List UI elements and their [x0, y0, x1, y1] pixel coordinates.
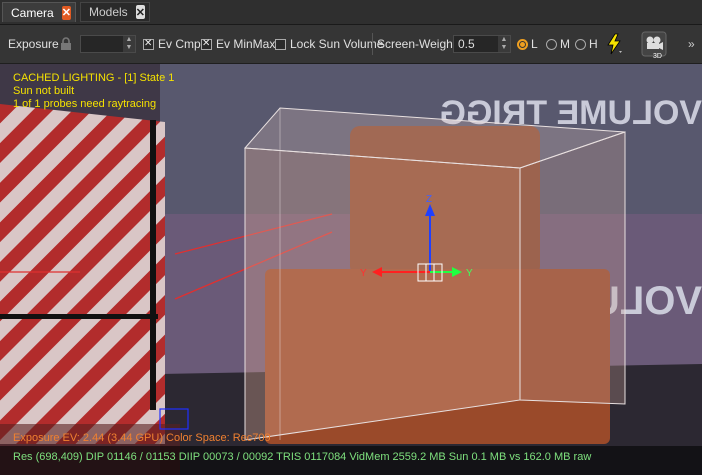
spin-arrows-icon[interactable]: ▲ ▼: [123, 36, 135, 52]
volume-side-face: [519, 131, 626, 405]
exposure-input[interactable]: ▲ ▼: [80, 35, 136, 53]
tab-models[interactable]: Models ✕: [80, 2, 150, 22]
screen-weight-label: Screen-Weight: [377, 37, 457, 51]
render-3d-button[interactable]: 3D: [641, 25, 667, 63]
gizmo-x-label: Y: [360, 268, 367, 279]
lod-radio-low[interactable]: L: [517, 25, 538, 63]
tab-models-label: Models: [89, 5, 128, 19]
toolbar-overflow-button[interactable]: »: [688, 25, 695, 63]
striped-wall: [0, 104, 165, 444]
lod-radio-medium[interactable]: M: [546, 25, 570, 63]
toolbar: Exposure ▲▼ Ev Cmp Ev MinMax Lock Sun Vo…: [0, 25, 702, 64]
close-icon[interactable]: ✕: [135, 5, 145, 19]
ev-minmax-check-icon[interactable]: [201, 38, 212, 50]
lod-radio-high[interactable]: H: [575, 25, 598, 63]
tab-bar: Camera ✕ Models ✕: [0, 0, 702, 25]
ev-cmp-checkbox[interactable]: Ev Cmp: [143, 25, 201, 63]
ev-minmax-checkbox[interactable]: Ev MinMax: [201, 25, 275, 63]
gizmo-z-label: Z: [426, 194, 432, 205]
close-icon[interactable]: ✕: [61, 5, 71, 20]
lightning-icon[interactable]: [605, 25, 623, 63]
lock-sun-label: Lock Sun Volume: [290, 37, 384, 51]
radio-icon[interactable]: [546, 38, 557, 50]
tab-camera-label: Camera: [11, 5, 54, 20]
exposure-label: Exposure: [8, 37, 59, 51]
radio-icon[interactable]: [575, 38, 586, 50]
lock-sun-check-icon[interactable]: [275, 38, 286, 50]
spin-arrows-icon[interactable]: ▲ ▼: [498, 36, 510, 52]
pole-arm: [0, 314, 158, 319]
toolbar-divider: [372, 33, 373, 55]
gizmo-y-label: Y: [466, 268, 473, 279]
camera-viewport[interactable]: VOLUME TRIGG VOLUME TRIGG Z Y Y C: [0, 64, 702, 475]
lock-icon[interactable]: [60, 25, 72, 63]
scene-render: VOLUME TRIGG VOLUME TRIGG Z Y Y: [0, 64, 702, 475]
volume-front-face: [244, 147, 521, 441]
probes-status-text: 1 of 1 probes need raytracing: [13, 98, 157, 110]
screen-weight-input[interactable]: 0.5 ▲ ▼: [453, 35, 511, 53]
render-3d-label: 3D: [653, 53, 662, 60]
tab-camera[interactable]: Camera ✕: [2, 2, 76, 22]
ev-cmp-check-icon[interactable]: [143, 38, 154, 50]
sun-status-text: Sun not built: [13, 85, 75, 97]
ev-minmax-label: Ev MinMax: [216, 37, 276, 51]
lock-sun-volume-checkbox[interactable]: Lock Sun Volume: [275, 25, 383, 63]
pole: [150, 120, 156, 410]
ev-cmp-label: Ev Cmp: [158, 37, 201, 51]
radio-icon[interactable]: [517, 38, 528, 50]
render-stats: Res (698,409) DIP 01146 / 01153 DIIP 000…: [13, 451, 592, 463]
exposure-stats: Exposure EV: 2.44 (3.44 GPU) Color Space…: [13, 432, 271, 444]
cached-lighting-text: CACHED LIGHTING - [1] State 1: [13, 72, 175, 84]
